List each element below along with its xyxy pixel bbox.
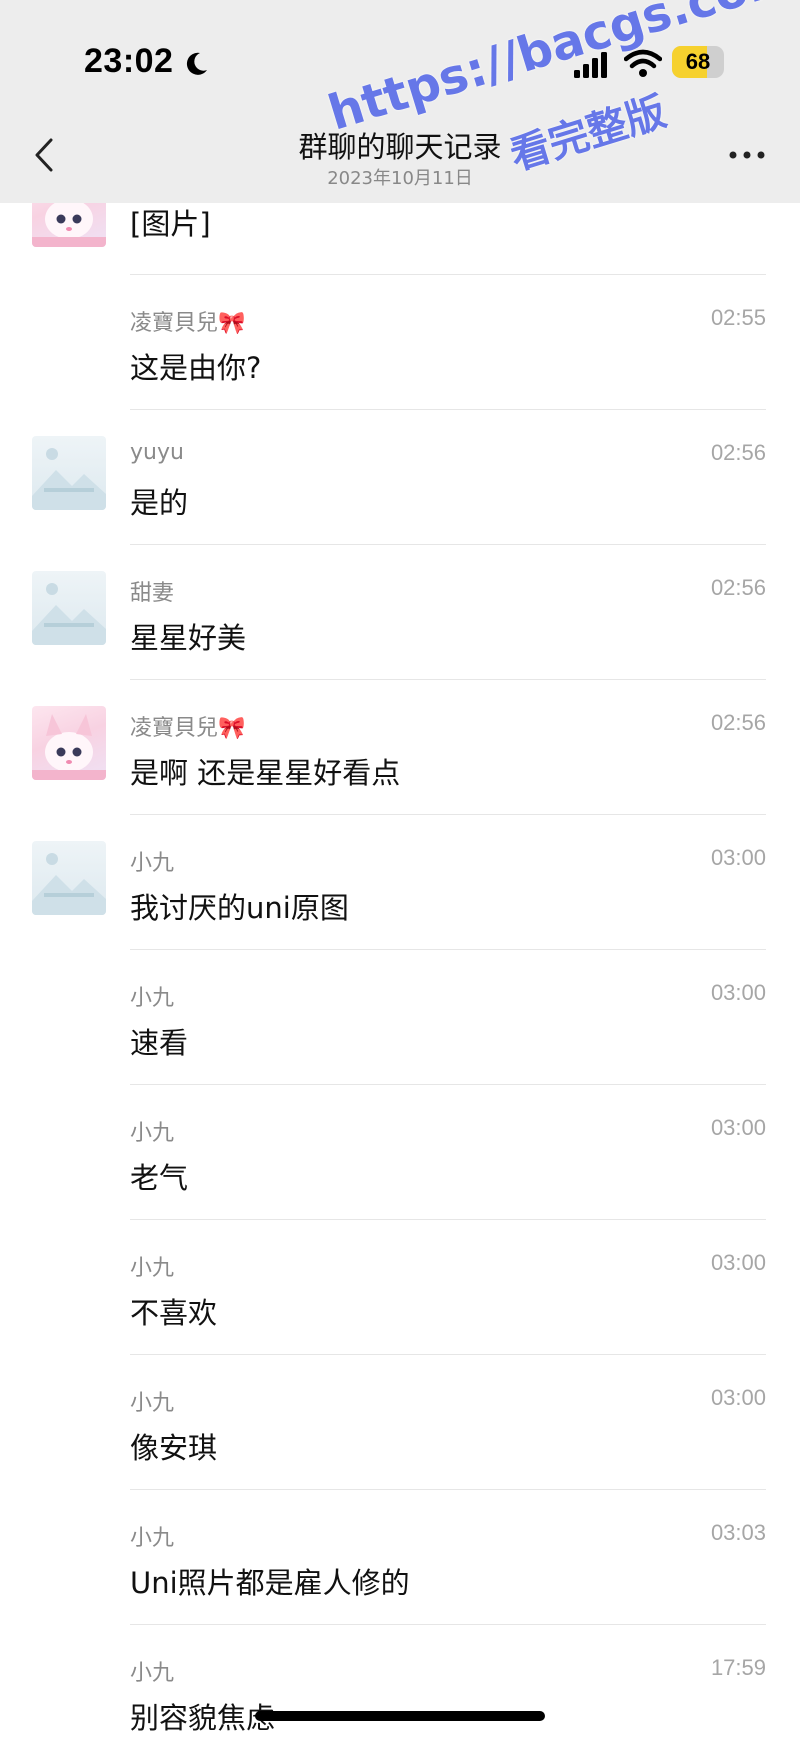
sender-name: 小九 xyxy=(130,851,175,876)
message-row[interactable]: 凌寶貝兒🎀 02:56 是啊 还是星星好看点 xyxy=(0,680,800,815)
sender-name: 小九 xyxy=(130,1526,175,1551)
message-time: 03:00 xyxy=(710,845,766,870)
image-placeholder-icon xyxy=(32,448,106,510)
sender-name: 小九 xyxy=(130,1391,175,1416)
message-row[interactable]: [图片] xyxy=(0,173,800,275)
message-row[interactable]: 小九 03:00 像安琪 xyxy=(0,1355,800,1490)
sender-name: 小九 xyxy=(130,1121,175,1146)
message-time: 03:00 xyxy=(710,980,766,1005)
message-row[interactable]: 凌寶貝兒🎀 02:55 这是由你? xyxy=(0,275,800,410)
message-text: Uni照片都是雇人修的 xyxy=(130,1566,410,1600)
message-time: 02:55 xyxy=(710,305,766,330)
message-row[interactable]: 小九 03:00 我讨厌的uni原图 xyxy=(0,815,800,950)
sender-name: yuyu xyxy=(130,440,184,465)
message-text: 是的 xyxy=(130,486,189,520)
page-title: 群聊的聊天记录 xyxy=(298,130,502,164)
message-time: 17:59 xyxy=(710,1655,766,1680)
message-text: [图片] xyxy=(130,207,211,241)
message-row[interactable]: 小九 03:00 不喜欢 xyxy=(0,1220,800,1355)
message-text: 不喜欢 xyxy=(130,1296,218,1330)
message-time: 03:00 xyxy=(710,1250,766,1275)
home-indicator[interactable] xyxy=(255,1711,545,1721)
message-text: 速看 xyxy=(130,1026,189,1060)
message-time: 03:00 xyxy=(710,1385,766,1410)
message-row[interactable]: 小九 03:03 Uni照片都是雇人修的 xyxy=(0,1490,800,1625)
sender-name: 凌寶貝兒🎀 xyxy=(130,311,246,336)
message-time: 02:56 xyxy=(710,440,766,465)
avatar-placeholder-image[interactable] xyxy=(32,841,106,915)
message-text: 老气 xyxy=(130,1161,189,1195)
message-time: 02:56 xyxy=(710,710,766,735)
message-text: 星星好美 xyxy=(130,621,247,655)
avatar-placeholder-image[interactable] xyxy=(32,571,106,645)
sender-name: 凌寶貝兒🎀 xyxy=(130,716,246,741)
message-row[interactable]: 小九 03:00 老气 xyxy=(0,1085,800,1220)
battery-percentage: 68 xyxy=(685,49,711,74)
message-text: 这是由你? xyxy=(130,351,262,385)
wifi-icon xyxy=(624,49,662,77)
moon-icon xyxy=(186,52,207,75)
message-text: 别容貌焦虑 xyxy=(130,1701,276,1735)
battery-icon: 68 xyxy=(672,46,724,78)
message-row[interactable]: 小九 17:59 别容貌焦虑 xyxy=(0,1625,800,1760)
avatar-placeholder-image[interactable] xyxy=(32,436,106,510)
page-date: 2023年10月11日 xyxy=(327,168,473,189)
message-time: 02:56 xyxy=(710,575,766,600)
more-button[interactable] xyxy=(722,140,772,170)
message-row[interactable]: 小九 03:00 速看 xyxy=(0,950,800,1085)
status-time: 23:02 xyxy=(84,42,174,80)
message-text: 我讨厌的uni原图 xyxy=(130,891,349,925)
message-text: 是啊 还是星星好看点 xyxy=(130,756,401,790)
message-list: [图片] 凌寶貝兒🎀 02:55 这是由你? yuyu 02:56 是的甜妻 02:56 星星好… xyxy=(0,173,800,1760)
sender-name: 小九 xyxy=(130,1256,175,1281)
more-icon xyxy=(729,151,765,159)
image-placeholder-icon xyxy=(32,853,106,915)
message-time: 03:03 xyxy=(710,1520,766,1545)
sender-name: 甜妻 xyxy=(130,581,175,606)
message-text: 像安琪 xyxy=(130,1431,218,1465)
message-row[interactable]: 甜妻 02:56 星星好美 xyxy=(0,545,800,680)
message-row[interactable]: yuyu 02:56 是的 xyxy=(0,410,800,545)
avatar-anime-image[interactable] xyxy=(32,706,106,780)
sender-name: 小九 xyxy=(130,1661,175,1686)
image-placeholder-icon xyxy=(32,583,106,645)
message-time: 03:00 xyxy=(710,1115,766,1140)
anime-character-icon xyxy=(32,714,106,780)
sender-name: 小九 xyxy=(130,986,175,1011)
